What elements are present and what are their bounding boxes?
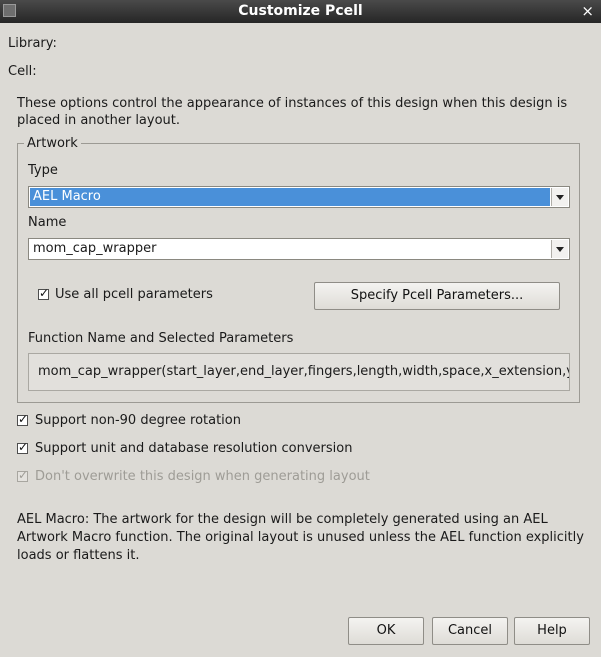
chevron-down-icon[interactable] [551,240,568,258]
library-label: Library: [8,36,57,51]
name-label: Name [28,215,67,230]
intro-text: These options control the appearance of … [17,96,568,128]
ok-button[interactable]: OK [348,617,424,645]
name-dropdown[interactable]: mom_cap_wrapper [28,238,570,260]
type-dropdown[interactable]: AEL Macro [28,186,570,208]
specify-pcell-parameters-button[interactable]: Specify Pcell Parameters... [314,282,560,310]
type-label: Type [28,163,58,178]
title-bar: Customize Pcell × [0,0,601,23]
resolution-checkbox[interactable] [17,440,28,454]
name-dropdown-value: mom_cap_wrapper [33,241,157,256]
function-label: Function Name and Selected Parameters [28,331,294,346]
artwork-group-label: Artwork [24,136,81,151]
resolution-label: Support unit and database resolution con… [35,441,353,456]
chevron-down-icon[interactable] [551,188,568,206]
overwrite-checkbox [17,468,28,482]
use-all-pcell-checkbox[interactable] [38,286,49,300]
close-icon[interactable]: × [581,2,594,20]
help-button[interactable]: Help [514,617,590,645]
cell-label: Cell: [8,64,37,79]
overwrite-label: Don't overwrite this design when generat… [35,469,370,484]
cancel-button[interactable]: Cancel [432,617,508,645]
window-title: Customize Pcell [238,3,363,19]
function-value-field[interactable]: mom_cap_wrapper(start_layer,end_layer,fi… [28,353,570,391]
rotation-label: Support non-90 degree rotation [35,413,241,428]
rotation-checkbox[interactable] [17,412,28,426]
description-text: AEL Macro: The artwork for the design wi… [17,512,584,563]
use-all-pcell-label: Use all pcell parameters [55,287,213,302]
type-dropdown-value: AEL Macro [30,188,550,206]
